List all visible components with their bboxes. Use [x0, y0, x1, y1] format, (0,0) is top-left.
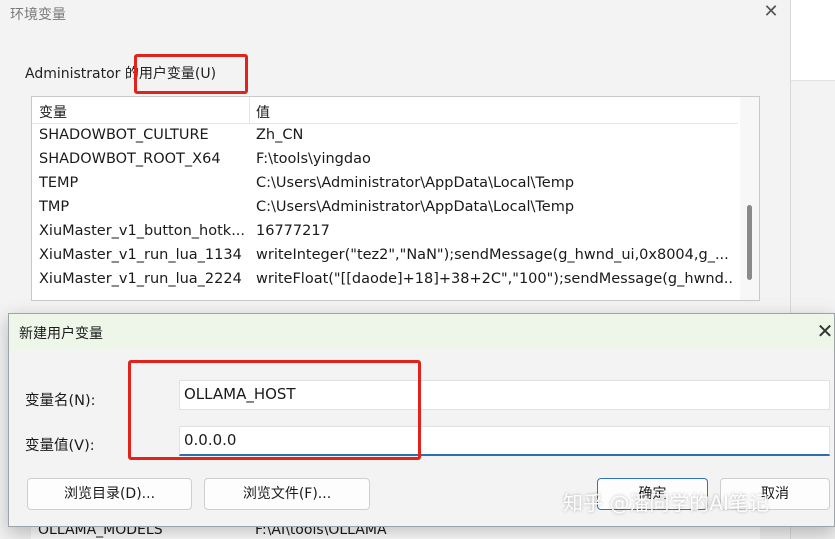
browse-directory-button[interactable]: 浏览目录(D)... — [27, 478, 192, 510]
watermark: 知乎 @潘同学的AI笔记 — [563, 491, 769, 515]
browse-file-button[interactable]: 浏览文件(F)... — [204, 478, 370, 510]
list-item[interactable]: XiuMaster_v1_button_hotk... 16777217 — [32, 220, 738, 244]
column-header-value[interactable]: 值 — [256, 102, 270, 122]
close-icon[interactable]: ✕ — [761, 2, 781, 22]
variable-name: TMP — [39, 199, 70, 215]
scrollbar-thumb[interactable] — [747, 205, 752, 280]
vertical-scrollbar[interactable] — [740, 97, 759, 300]
highlight-box — [134, 54, 248, 94]
list-item[interactable]: SHADOWBOT_CULTURE Zh_CN — [32, 124, 738, 148]
list-item[interactable]: TEMP C:\Users\Administrator\AppData\Loca… — [32, 172, 738, 196]
variable-value: writeFloat("[[daode]+18]+38+2C","100");s… — [256, 271, 734, 287]
user-variables-list[interactable]: 变量 值 SHADOWBOT_CULTURE Zh_CN SHADOWBOT_R… — [31, 96, 760, 301]
column-header-variable[interactable]: 变量 — [39, 102, 67, 122]
list-header: 变量 值 — [32, 97, 738, 124]
close-icon[interactable]: ✕ — [815, 319, 835, 343]
variable-value: C:\Users\Administrator\AppData\Local\Tem… — [256, 175, 575, 191]
list-item[interactable]: SHADOWBOT_ROOT_X64 F:\tools\yingdao — [32, 148, 738, 172]
variable-name: SHADOWBOT_CULTURE — [39, 127, 209, 143]
variable-name: XiuMaster_v1_run_lua_1134 — [39, 247, 242, 263]
variable-value: writeInteger("tez2","NaN");sendMessage(g… — [256, 247, 729, 263]
list-item[interactable]: XiuMaster_v1_run_lua_1134 writeInteger("… — [32, 244, 738, 268]
highlight-box — [128, 360, 421, 460]
dialog-titlebar: 新建用户变量 ✕ — [9, 314, 834, 350]
background-strip — [791, 82, 835, 312]
variable-value: Zh_CN — [256, 127, 304, 143]
variable-name-label: 变量名(N): — [25, 393, 96, 409]
variable-name: TEMP — [39, 175, 79, 191]
variable-name: XiuMaster_v1_button_hotk... — [39, 223, 246, 239]
list-item[interactable]: XiuMaster_v1_run_lua_2224 writeFloat("[[… — [32, 268, 738, 292]
list-item[interactable]: TMP C:\Users\Administrator\AppData\Local… — [32, 196, 738, 220]
variable-value-label: 变量值(V): — [25, 438, 95, 454]
background-strip — [791, 0, 835, 81]
variable-name: XiuMaster_v1_run_lua_2224 — [39, 271, 242, 287]
variable-value: 16777217 — [256, 223, 330, 239]
variable-value: F:\tools\yingdao — [256, 151, 371, 167]
variable-name: SHADOWBOT_ROOT_X64 — [39, 151, 221, 167]
dialog-title: 新建用户变量 — [19, 326, 103, 342]
column-divider[interactable] — [249, 97, 250, 123]
variable-value: C:\Users\Administrator\AppData\Local\Tem… — [256, 199, 575, 215]
window-title: 环境变量 — [10, 7, 66, 23]
